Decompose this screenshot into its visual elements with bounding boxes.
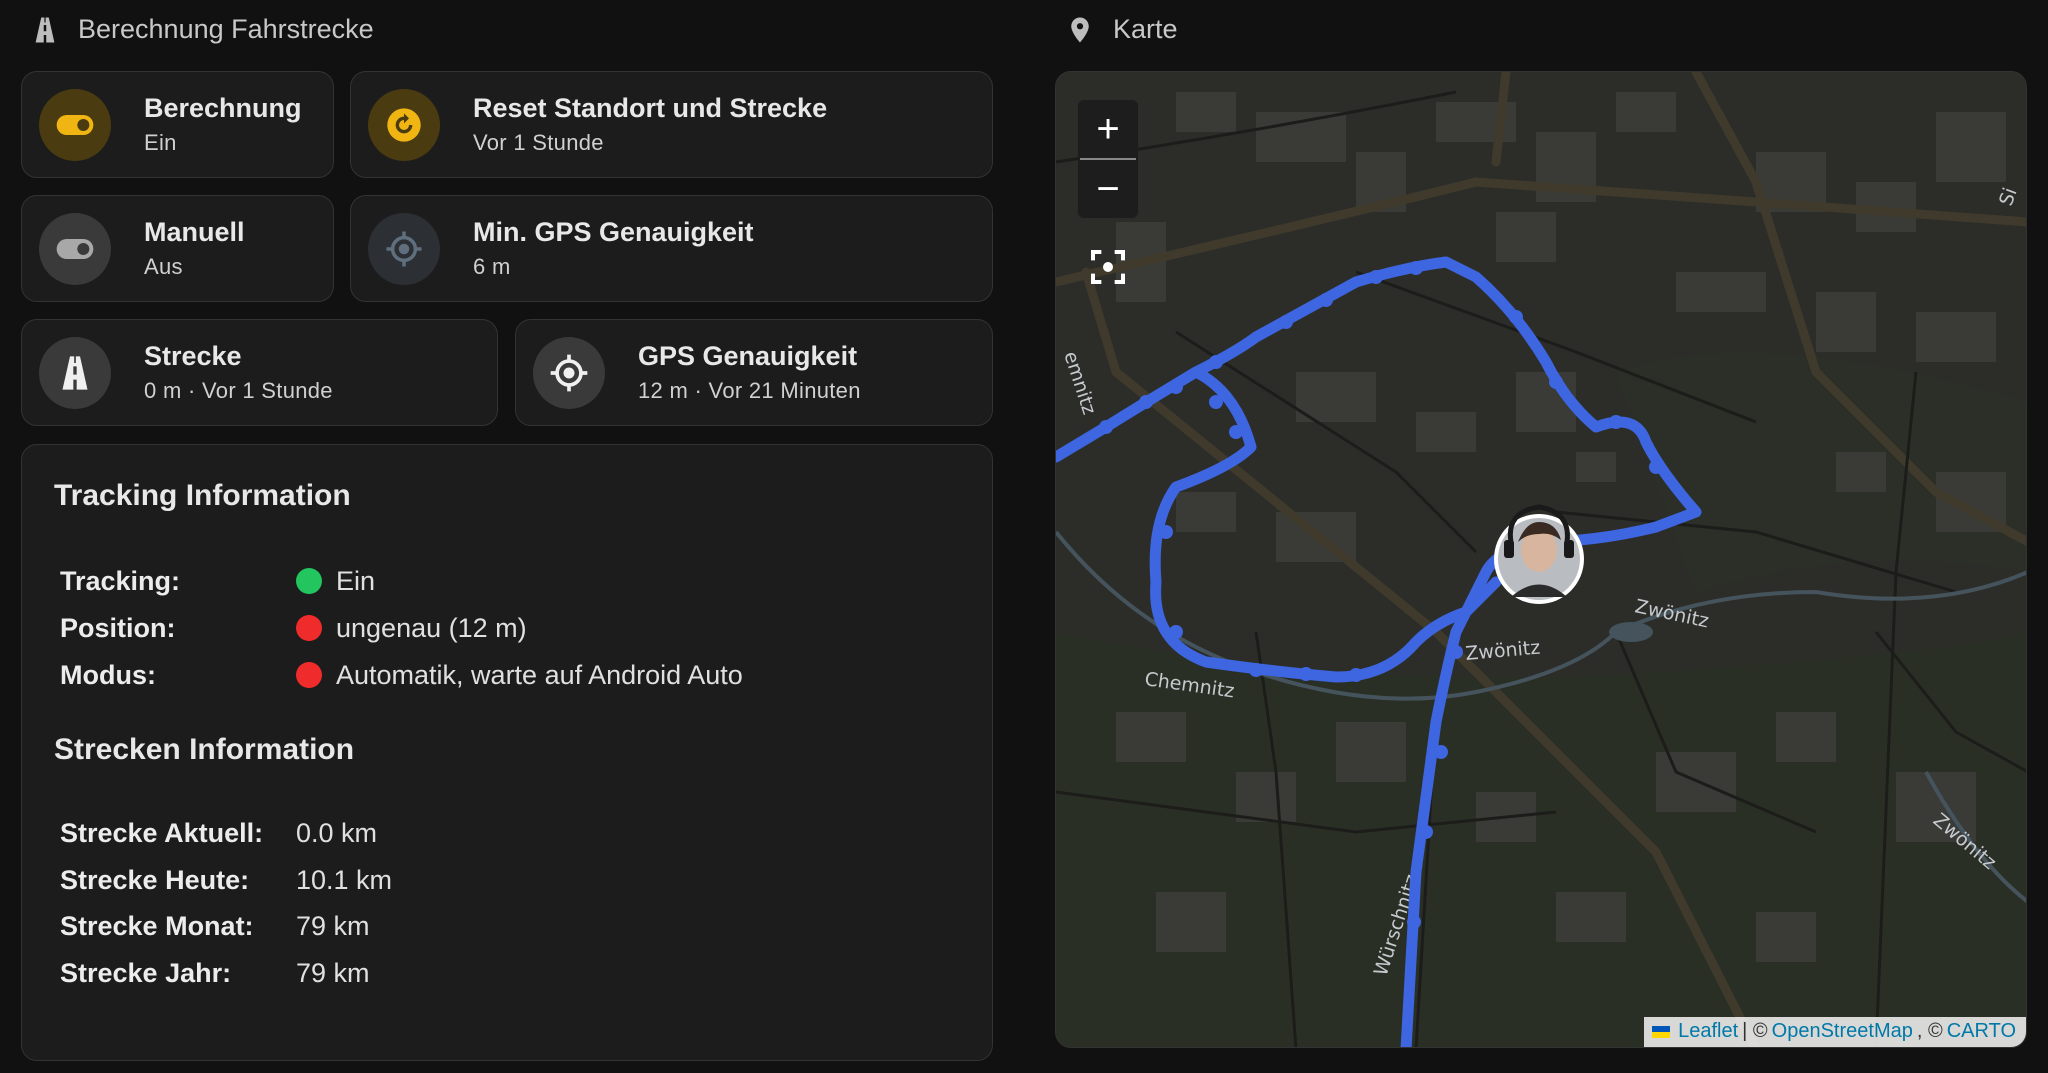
- section-title-text: Berechnung Fahrstrecke: [78, 14, 374, 44]
- section-title-karte: Karte: [1065, 14, 1178, 45]
- osm-link[interactable]: OpenStreetMap: [1772, 1020, 1913, 1043]
- status-dot: [296, 615, 322, 641]
- tile-manuell[interactable]: Manuell Aus: [21, 195, 334, 302]
- strecken-row: Strecke Monat: 79 km: [60, 908, 370, 944]
- row-value: Automatik, warte auf Android Auto: [336, 659, 743, 690]
- map-view[interactable]: Zwönitz Chemnitz Zwönitz Zwönitz emnitz …: [1055, 71, 2027, 1048]
- row-label: Strecke Aktuell:: [60, 817, 264, 848]
- strecken-row: Strecke Jahr: 79 km: [60, 955, 370, 991]
- flag-icon: [1652, 1025, 1671, 1038]
- row-value: 79 km: [296, 910, 370, 941]
- carto-link[interactable]: CARTO: [1947, 1020, 2016, 1043]
- tile-title: Reset Standort und Strecke: [473, 93, 828, 123]
- info-card: Tracking Information Tracking: Ein Posit…: [21, 444, 993, 1061]
- tracking-row: Tracking: Ein: [60, 563, 375, 599]
- row-value: ungenau (12 m): [336, 612, 527, 643]
- crosshairs-gps-icon: [533, 336, 605, 409]
- status-dot: [296, 662, 322, 688]
- status-dot: [296, 568, 322, 594]
- tile-title: Strecke: [144, 341, 242, 371]
- row-label: Modus:: [60, 659, 156, 690]
- tile-state: Ein: [144, 130, 177, 155]
- row-value: Ein: [336, 565, 376, 596]
- attribution-separator: | ©: [1742, 1020, 1768, 1042]
- map-marker-icon: [1071, 17, 1089, 42]
- road-icon: [39, 336, 111, 409]
- toggle-off-icon[interactable]: [39, 212, 111, 285]
- row-value: 79 km: [296, 957, 370, 988]
- tile-title: Min. GPS Genauigkeit: [473, 217, 754, 247]
- map-tiles[interactable]: Zwönitz Chemnitz Zwönitz Zwönitz emnitz …: [1056, 72, 2027, 1048]
- row-value: 0.0 km: [296, 817, 378, 848]
- section-title-text: Karte: [1113, 14, 1178, 44]
- leaflet-link[interactable]: Leaflet: [1678, 1020, 1738, 1043]
- tile-reset-standort[interactable]: Reset Standort und Strecke Vor 1 Stunde: [350, 71, 993, 178]
- zoom-out-button[interactable]: −: [1078, 160, 1138, 218]
- section-title-berechnung: Berechnung Fahrstrecke: [30, 14, 374, 45]
- toggle-on-icon[interactable]: [39, 88, 111, 161]
- fit-bounds-button[interactable]: [1078, 237, 1138, 297]
- tile-state: Vor 1 Stunde: [473, 130, 604, 155]
- tracking-row: Modus: Automatik, warte auf Android Auto: [60, 657, 743, 693]
- tile-title: GPS Genauigkeit: [638, 341, 858, 371]
- zoom-control: + −: [1078, 100, 1138, 218]
- crosshairs-gps-icon: [368, 212, 440, 285]
- tile-berechnung[interactable]: Berechnung Ein: [21, 71, 334, 178]
- row-label: Strecke Jahr:: [60, 957, 232, 988]
- tile-title: Berechnung: [144, 93, 302, 123]
- strecken-row: Strecke Heute: 10.1 km: [60, 862, 392, 898]
- zoom-in-button[interactable]: +: [1078, 100, 1138, 158]
- tile-state: 12 m · Vor 21 Minuten: [638, 378, 861, 403]
- tile-state: 6 m: [473, 254, 511, 279]
- tile-min-gps-genauigkeit[interactable]: Min. GPS Genauigkeit 6 m: [350, 195, 993, 302]
- focus-icon: [1091, 250, 1125, 284]
- road-icon: [35, 17, 55, 42]
- row-label: Tracking:: [60, 565, 181, 596]
- tile-state: 0 m · Vor 1 Stunde: [144, 378, 333, 403]
- tile-strecke[interactable]: Strecke 0 m · Vor 1 Stunde: [21, 319, 498, 426]
- tracking-heading: Tracking Information: [54, 479, 351, 512]
- row-label: Position:: [60, 612, 176, 643]
- row-value: 10.1 km: [296, 864, 393, 895]
- reset-icon[interactable]: [368, 88, 440, 161]
- tile-title: Manuell: [144, 217, 245, 247]
- attribution-separator: , ©: [1916, 1020, 1943, 1042]
- tile-gps-genauigkeit[interactable]: GPS Genauigkeit 12 m · Vor 21 Minuten: [515, 319, 993, 426]
- row-label: Strecke Heute:: [60, 864, 250, 895]
- row-label: Strecke Monat:: [60, 910, 254, 941]
- tracking-row: Position: ungenau (12 m): [60, 610, 527, 646]
- strecken-row: Strecke Aktuell: 0.0 km: [60, 815, 377, 851]
- tile-state: Aus: [144, 254, 183, 279]
- map-attribution: Leaflet | © OpenStreetMap , © CARTO: [1644, 1017, 2026, 1047]
- strecken-heading: Strecken Information: [54, 733, 355, 766]
